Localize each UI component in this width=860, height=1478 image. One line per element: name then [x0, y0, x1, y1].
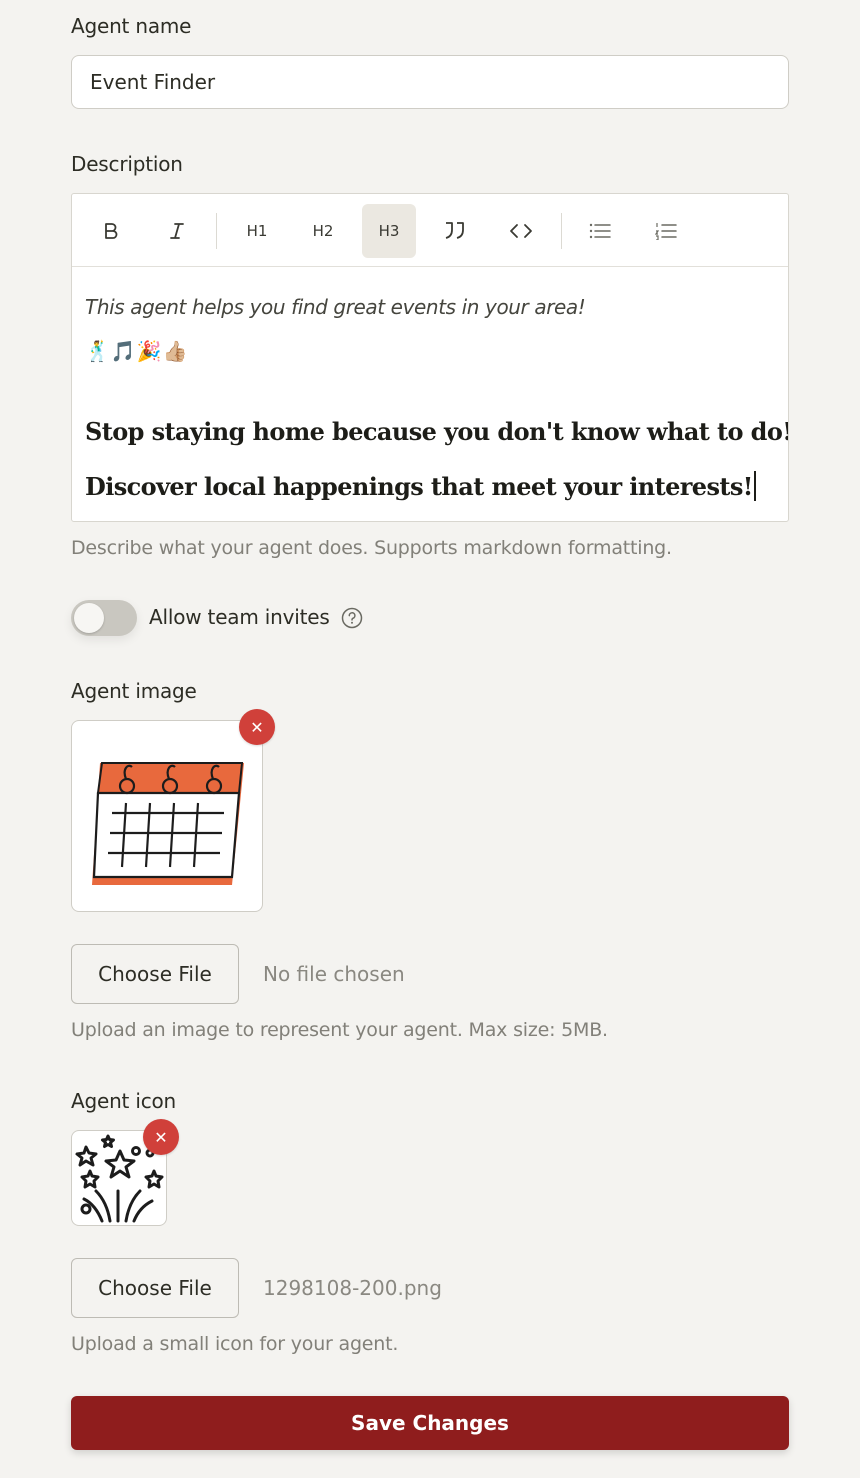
description-label: Description — [71, 152, 183, 176]
editor-content[interactable]: This agent helps you find great events i… — [72, 267, 789, 521]
quote-button[interactable] — [428, 204, 482, 258]
heading2-label: H2 — [312, 222, 334, 240]
calendar-icon — [92, 762, 244, 885]
close-icon: ✕ — [250, 717, 264, 737]
heading3-label: H3 — [378, 222, 400, 240]
description-editor: H1 H2 H3 This agent helps you find great… — [71, 193, 789, 522]
toggle-knob — [74, 603, 104, 633]
editor-heading-2-text: Discover local happenings that meet your… — [85, 472, 753, 501]
numbered-list-button[interactable] — [639, 204, 693, 258]
code-button[interactable] — [494, 204, 548, 258]
heading3-button[interactable]: H3 — [362, 204, 416, 258]
agent-name-input[interactable]: Event Finder — [71, 55, 789, 109]
editor-heading-2: Discover local happenings that meet your… — [85, 471, 756, 501]
agent-name-label: Agent name — [71, 14, 192, 38]
bullet-list-button[interactable] — [573, 204, 627, 258]
agent-image-help: Upload an image to represent your agent.… — [71, 1019, 608, 1041]
image-file-status: No file chosen — [263, 962, 405, 986]
editor-heading-1: Stop staying home because you don't know… — [85, 417, 789, 446]
agent-icon-label: Agent icon — [71, 1089, 177, 1113]
agent-image-label: Agent image — [71, 679, 197, 703]
team-invites-label: Allow team invites — [149, 605, 330, 629]
team-invites-toggle[interactable] — [71, 600, 137, 636]
save-changes-button[interactable]: Save Changes — [71, 1396, 789, 1450]
heading1-button[interactable]: H1 — [230, 204, 284, 258]
close-icon: ✕ — [154, 1127, 168, 1147]
toolbar-divider — [561, 213, 562, 249]
remove-image-button[interactable]: ✕ — [239, 709, 275, 745]
icon-file-status: 1298108-200.png — [263, 1276, 442, 1300]
description-help: Describe what your agent does. Supports … — [71, 537, 672, 559]
code-icon — [510, 224, 532, 238]
editor-toolbar: H1 H2 H3 — [72, 194, 788, 267]
agent-name-value: Event Finder — [90, 70, 216, 94]
heading1-label: H1 — [246, 222, 268, 240]
bold-button[interactable] — [84, 204, 138, 258]
choose-image-file-button[interactable]: Choose File — [71, 944, 239, 1004]
italic-button[interactable] — [150, 204, 204, 258]
italic-icon — [170, 223, 184, 239]
bullet-list-icon — [589, 223, 611, 239]
agent-image-preview — [71, 720, 263, 912]
editor-italic-line: This agent helps you find great events i… — [85, 295, 586, 319]
help-icon[interactable] — [341, 607, 363, 633]
bold-icon — [105, 223, 118, 239]
editor-emoji-line: 🕺🎵🎉👍🏼 — [85, 339, 189, 363]
heading2-button[interactable]: H2 — [296, 204, 350, 258]
toolbar-divider — [216, 213, 217, 249]
numbered-list-icon — [655, 223, 677, 240]
quote-icon — [445, 222, 464, 239]
text-caret — [753, 471, 756, 501]
choose-icon-file-button[interactable]: Choose File — [71, 1258, 239, 1318]
remove-icon-button[interactable]: ✕ — [143, 1119, 179, 1155]
agent-icon-help: Upload a small icon for your agent. — [71, 1333, 399, 1355]
